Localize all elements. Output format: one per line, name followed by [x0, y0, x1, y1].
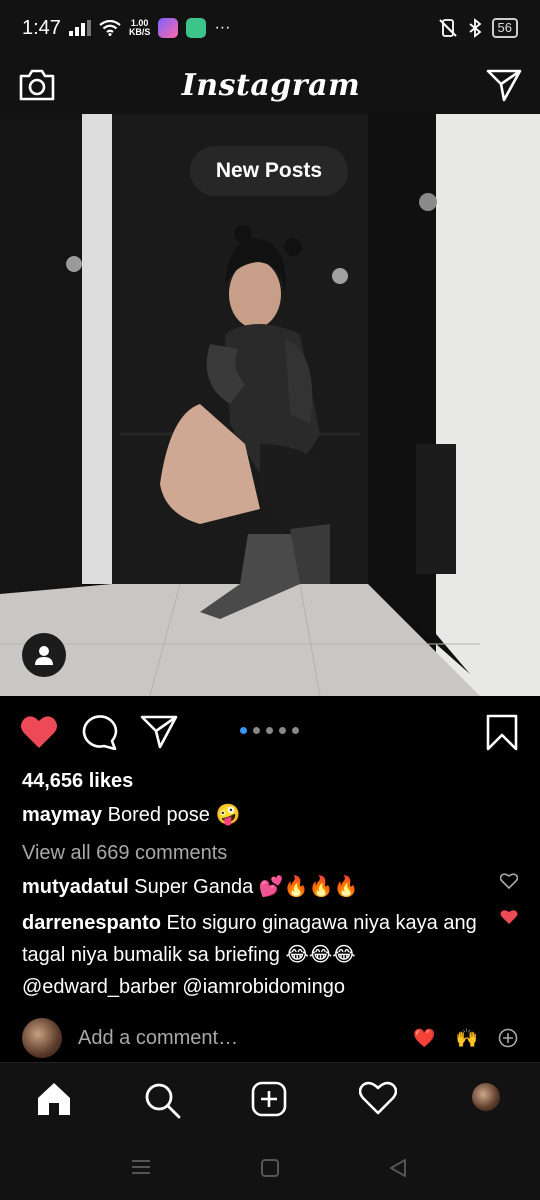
bluetooth-icon	[468, 18, 481, 38]
activity-icon[interactable]	[359, 1081, 397, 1115]
likes-count[interactable]: 44,656 likes	[22, 765, 492, 797]
carousel-dot	[253, 727, 260, 734]
status-time: 1:47	[22, 16, 61, 39]
wifi-icon	[99, 20, 121, 36]
avatar	[22, 1018, 62, 1058]
direct-send-icon[interactable]	[486, 68, 522, 102]
comment-liked-icon[interactable]	[500, 909, 518, 925]
carousel-dot	[279, 727, 286, 734]
caption-text: Bored pose 🤪	[107, 804, 241, 826]
new-posts-button[interactable]: New Posts	[190, 146, 348, 196]
home-icon[interactable]	[36, 1081, 72, 1117]
user-tag-icon	[35, 646, 53, 665]
notification-app-icon	[186, 18, 207, 38]
battery-indicator: 56	[491, 18, 518, 38]
post-photo[interactable]: New Posts	[0, 114, 540, 696]
comment-item: darrenespanto Eto siguro ginagawa niya k…	[22, 907, 492, 1003]
carousel-dot	[266, 727, 273, 734]
add-comment-row: Add a comment… ❤️ 🙌	[0, 1015, 540, 1061]
bottom-tab-bar	[0, 1062, 540, 1136]
carousel-indicator	[240, 727, 299, 734]
carousel-dot	[240, 727, 247, 734]
comment-like-icon[interactable]	[500, 873, 518, 889]
app-header: Instagram	[0, 56, 540, 114]
back-icon[interactable]	[388, 1158, 408, 1178]
quick-reaction-hands[interactable]: 🙌	[456, 1028, 478, 1049]
signal-icon	[68, 20, 91, 36]
recent-apps-icon[interactable]	[130, 1158, 152, 1176]
add-circle-icon[interactable]	[498, 1028, 518, 1048]
network-speed: 1.00 KB/S	[128, 18, 151, 37]
comment-username[interactable]: darrenespanto	[22, 912, 161, 934]
add-post-icon[interactable]	[251, 1081, 287, 1117]
comment-username[interactable]: mutyadatul	[22, 876, 129, 898]
view-all-comments[interactable]: View all 669 comments	[22, 837, 492, 869]
comment-item: mutyadatul Super Ganda 💕🔥🔥🔥	[22, 871, 492, 903]
user-tag-button[interactable]	[22, 633, 66, 677]
profile-tab-avatar[interactable]	[470, 1081, 502, 1113]
camera-icon[interactable]	[18, 68, 56, 102]
home-button-icon[interactable]	[260, 1158, 280, 1178]
add-comment-input[interactable]: Add a comment…	[78, 1027, 413, 1050]
carousel-dot	[292, 727, 299, 734]
bookmark-icon[interactable]	[485, 714, 519, 752]
comment-text: Super Ganda 💕🔥🔥🔥	[134, 876, 359, 898]
system-navigation-bar	[0, 1136, 540, 1200]
share-icon[interactable]	[140, 714, 178, 750]
heart-icon[interactable]	[20, 714, 58, 750]
post-image	[0, 114, 540, 696]
notification-app-icon	[158, 18, 179, 38]
quick-reaction-heart[interactable]: ❤️	[413, 1028, 435, 1049]
instagram-logo: Instagram	[181, 67, 361, 103]
more-notifications-icon: ···	[214, 19, 231, 36]
status-bar: 1:47 1.00 KB/S ··· 56	[0, 0, 540, 56]
post-caption: maymay Bored pose 🤪	[22, 799, 492, 831]
search-icon[interactable]	[143, 1081, 181, 1119]
mute-icon	[438, 19, 457, 37]
quick-reactions: ❤️ 🙌	[413, 1028, 518, 1049]
comment-icon[interactable]	[82, 714, 118, 750]
caption-username[interactable]: maymay	[22, 804, 102, 826]
